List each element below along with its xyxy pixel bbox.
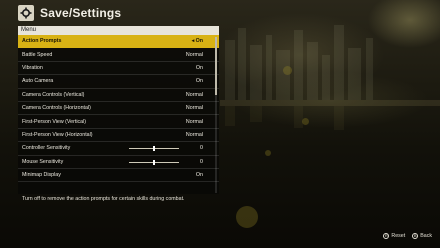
setting-label: Camera Controls (Horizontal) xyxy=(22,105,91,112)
settings-list: Action Prompts On Battle Speed Normal Vibrat… xyxy=(18,35,219,182)
setting-description: Turn off to remove the action prompts fo… xyxy=(22,196,185,202)
setting-row[interactable]: Controller Sensitivity 0 xyxy=(18,142,219,156)
sensitivity-slider[interactable] xyxy=(129,159,179,165)
slider-knob[interactable] xyxy=(153,159,155,165)
setting-label: Controller Sensitivity xyxy=(22,145,71,152)
scrollbar[interactable] xyxy=(215,37,217,193)
setting-label: Battle Speed xyxy=(22,51,53,58)
bokeh-light xyxy=(265,150,271,156)
footer-controls: R Reset B Back xyxy=(383,233,432,239)
b-key-icon: B xyxy=(412,233,419,239)
bokeh-light xyxy=(283,66,292,75)
setting-label: First-Person View (Vertical) xyxy=(22,118,87,125)
back-button[interactable]: B Back xyxy=(412,233,432,239)
setting-label: Auto Camera xyxy=(22,78,54,85)
r-key-icon: R xyxy=(383,233,390,239)
slider-knob[interactable] xyxy=(153,146,155,152)
setting-value: On xyxy=(195,172,203,179)
settings-panel: Menu Action Prompts On Battle Speed Normal V… xyxy=(18,26,219,194)
setting-label: Vibration xyxy=(22,64,43,71)
reset-label: Reset xyxy=(391,233,406,239)
setting-row[interactable]: First-Person View (Vertical) Normal xyxy=(18,115,219,129)
back-label: Back xyxy=(420,233,432,239)
setting-row[interactable]: Vibration On xyxy=(18,62,219,76)
setting-value: 0 xyxy=(200,145,203,152)
page-title: Save/Settings xyxy=(40,6,122,20)
setting-label: Mouse Sensitivity xyxy=(22,158,64,165)
setting-value: Normal xyxy=(185,105,203,112)
setting-label: Action Prompts xyxy=(22,38,62,45)
setting-row[interactable]: Auto Camera On xyxy=(18,75,219,89)
setting-row[interactable]: Camera Controls (Vertical) Normal xyxy=(18,89,219,102)
setting-row[interactable]: Minimap Display On xyxy=(18,169,219,182)
setting-label: Minimap Display xyxy=(22,172,61,179)
reset-button[interactable]: R Reset xyxy=(383,233,405,239)
setting-row[interactable]: First-Person View (Horizontal) Normal xyxy=(18,129,219,143)
setting-value: Normal xyxy=(185,91,203,98)
setting-value: On xyxy=(195,64,203,71)
setting-row[interactable]: Camera Controls (Horizontal) Normal xyxy=(18,102,219,116)
sensitivity-slider[interactable] xyxy=(129,146,179,152)
settings-gear-icon xyxy=(18,5,34,21)
setting-value: On xyxy=(192,38,203,44)
setting-value: Normal xyxy=(185,51,203,58)
setting-value: Normal xyxy=(185,118,203,125)
setting-row[interactable]: Action Prompts On xyxy=(18,35,219,49)
setting-value: On xyxy=(195,78,203,85)
setting-row[interactable]: Mouse Sensitivity 0 xyxy=(18,156,219,169)
bokeh-light xyxy=(236,206,258,228)
page-header: Save/Settings xyxy=(18,4,121,22)
menu-label: Menu xyxy=(18,26,219,35)
setting-value: Normal xyxy=(185,131,203,138)
setting-label: Camera Controls (Vertical) xyxy=(22,91,85,98)
scrollbar-thumb[interactable] xyxy=(215,37,217,95)
bokeh-light xyxy=(302,118,309,125)
setting-value: 0 xyxy=(200,158,203,165)
setting-row[interactable]: Battle Speed Normal xyxy=(18,48,219,62)
setting-label: First-Person View (Horizontal) xyxy=(22,131,93,138)
